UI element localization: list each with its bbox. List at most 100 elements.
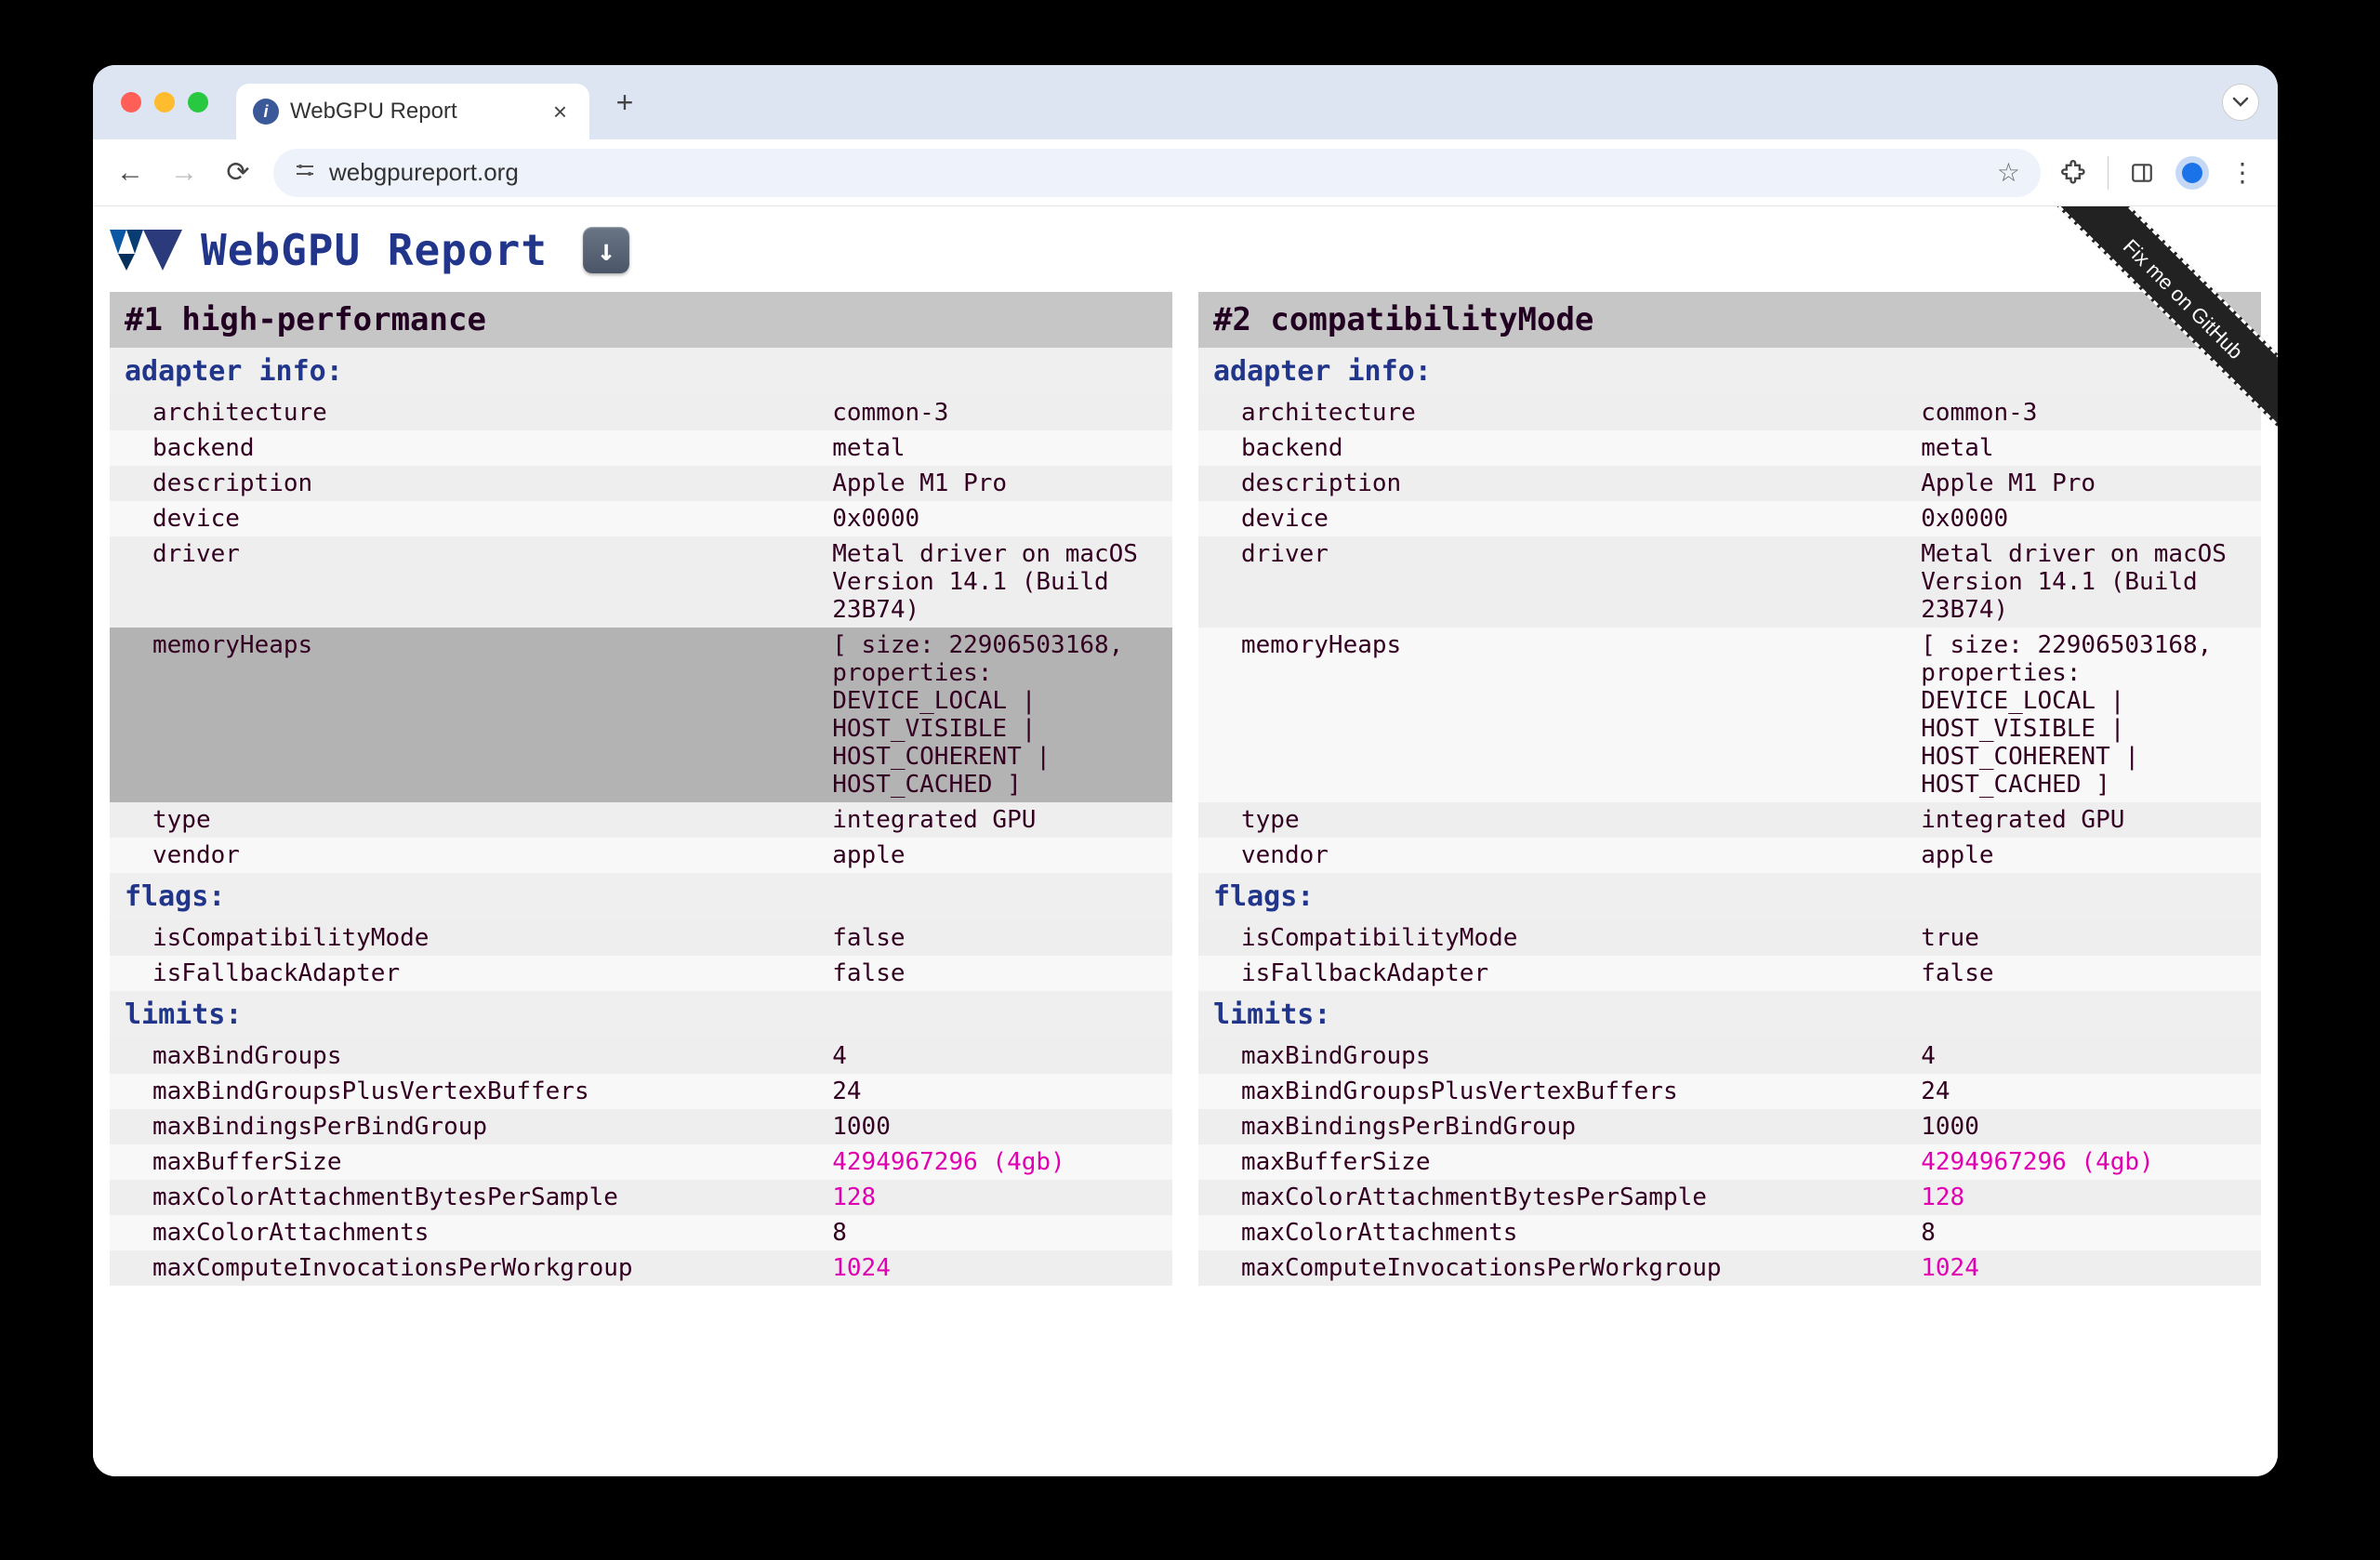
row-key: maxColorAttachmentBytesPerSample	[110, 1180, 832, 1215]
row-value: 8	[1921, 1215, 2261, 1250]
row-value: 4294967296 (4gb)	[832, 1144, 1172, 1180]
close-tab-button[interactable]: ×	[553, 98, 567, 126]
row-value: true	[1921, 920, 2261, 956]
forward-button[interactable]: →	[165, 154, 203, 192]
back-button[interactable]: ←	[112, 154, 149, 192]
row-value: common-3	[832, 395, 1172, 430]
data-row: device0x0000	[110, 501, 1172, 536]
menu-button[interactable]: ⋮	[2226, 156, 2259, 190]
row-value: Metal driver on macOS Version 14.1 (Buil…	[1921, 536, 2261, 628]
data-row: maxBindGroups4	[1198, 1038, 2261, 1074]
data-row: isCompatibilityModefalse	[110, 920, 1172, 956]
data-row: maxColorAttachmentBytesPerSample128	[1198, 1180, 2261, 1215]
row-key: maxComputeInvocationsPerWorkgroup	[110, 1250, 832, 1286]
data-row: maxBindGroupsPlusVertexBuffers24	[1198, 1074, 2261, 1109]
close-window-button[interactable]	[121, 92, 141, 112]
row-key: maxBindGroups	[1198, 1038, 1921, 1074]
row-value: [ size: 22906503168, properties: DEVICE_…	[832, 628, 1172, 802]
webgpu-logo-icon	[110, 230, 182, 271]
browser-tab[interactable]: i WebGPU Report ×	[236, 84, 589, 139]
row-value: 24	[832, 1074, 1172, 1109]
data-row: maxComputeInvocationsPerWorkgroup1024	[110, 1250, 1172, 1286]
toolbar: ← → ⟳ webgpureport.org ☆ ⋮	[93, 139, 2278, 206]
fullscreen-window-button[interactable]	[188, 92, 208, 112]
row-value: 1000	[832, 1109, 1172, 1144]
data-row: maxBufferSize4294967296 (4gb)	[110, 1144, 1172, 1180]
page-title: WebGPU Report	[201, 225, 548, 275]
row-key: device	[110, 501, 832, 536]
tab-menu-button[interactable]	[2222, 84, 2259, 121]
row-key: vendor	[110, 838, 832, 873]
data-row: isFallbackAdapterfalse	[110, 956, 1172, 991]
section-header: adapter info:	[1198, 348, 2261, 395]
data-row: memoryHeaps[ size: 22906503168, properti…	[110, 628, 1172, 802]
row-value: common-3	[1921, 395, 2261, 430]
bookmark-star-icon[interactable]: ☆	[1997, 157, 2020, 188]
favicon-icon: i	[253, 99, 279, 125]
section-header: adapter info:	[110, 348, 1172, 395]
row-value: Apple M1 Pro	[1921, 466, 2261, 501]
row-key: device	[1198, 501, 1921, 536]
minimize-window-button[interactable]	[154, 92, 175, 112]
section-header: flags:	[1198, 873, 2261, 920]
row-value: integrated GPU	[1921, 802, 2261, 838]
data-row: isFallbackAdapterfalse	[1198, 956, 2261, 991]
row-key: maxColorAttachmentBytesPerSample	[1198, 1180, 1921, 1215]
new-tab-button[interactable]: +	[602, 80, 647, 125]
row-key: maxComputeInvocationsPerWorkgroup	[1198, 1250, 1921, 1286]
row-value: metal	[1921, 430, 2261, 466]
row-key: isCompatibilityMode	[1198, 920, 1921, 956]
row-key: maxColorAttachments	[1198, 1215, 1921, 1250]
data-row: driverMetal driver on macOS Version 14.1…	[110, 536, 1172, 628]
data-row: driverMetal driver on macOS Version 14.1…	[1198, 536, 2261, 628]
section-header: limits:	[1198, 991, 2261, 1038]
data-row: device0x0000	[1198, 501, 2261, 536]
row-key: architecture	[1198, 395, 1921, 430]
data-row: backendmetal	[110, 430, 1172, 466]
reload-button[interactable]: ⟳	[219, 154, 257, 192]
report-column: #1 high-performanceadapter info:architec…	[110, 292, 1172, 1286]
data-row: architecturecommon-3	[110, 395, 1172, 430]
sidepanel-icon[interactable]	[2125, 156, 2159, 190]
address-bar[interactable]: webgpureport.org ☆	[273, 149, 2041, 197]
row-key: architecture	[110, 395, 832, 430]
row-value: 128	[832, 1180, 1172, 1215]
row-key: description	[1198, 466, 1921, 501]
data-row: memoryHeaps[ size: 22906503168, properti…	[1198, 628, 2261, 802]
row-key: vendor	[1198, 838, 1921, 873]
data-row: architecturecommon-3	[1198, 395, 2261, 430]
row-key: type	[1198, 802, 1921, 838]
row-key: maxColorAttachments	[110, 1215, 832, 1250]
row-value: false	[832, 920, 1172, 956]
tab-title: WebGPU Report	[290, 99, 457, 125]
column-header: #1 high-performance	[110, 292, 1172, 348]
extensions-icon[interactable]	[2057, 156, 2091, 190]
section-header: flags:	[110, 873, 1172, 920]
row-value: false	[832, 956, 1172, 991]
row-key: type	[110, 802, 832, 838]
row-key: backend	[110, 430, 832, 466]
data-row: maxColorAttachments8	[110, 1215, 1172, 1250]
window-controls	[121, 92, 208, 112]
row-key: maxBindingsPerBindGroup	[110, 1109, 832, 1144]
site-settings-icon[interactable]	[294, 159, 316, 187]
data-row: typeintegrated GPU	[110, 802, 1172, 838]
download-button[interactable]	[583, 227, 629, 273]
row-value: apple	[832, 838, 1172, 873]
row-key: memoryHeaps	[110, 628, 832, 802]
row-key: maxBufferSize	[110, 1144, 832, 1180]
row-key: isFallbackAdapter	[1198, 956, 1921, 991]
row-value: 1000	[1921, 1109, 2261, 1144]
profile-button[interactable]	[2175, 156, 2209, 190]
row-key: driver	[1198, 536, 1921, 628]
data-row: maxComputeInvocationsPerWorkgroup1024	[1198, 1250, 2261, 1286]
row-value: false	[1921, 956, 2261, 991]
data-row: maxBindingsPerBindGroup1000	[110, 1109, 1172, 1144]
row-key: maxBufferSize	[1198, 1144, 1921, 1180]
data-row: maxBindGroupsPlusVertexBuffers24	[110, 1074, 1172, 1109]
row-value: 1024	[832, 1250, 1172, 1286]
row-key: isFallbackAdapter	[110, 956, 832, 991]
row-value: metal	[832, 430, 1172, 466]
data-row: vendorapple	[1198, 838, 2261, 873]
row-value: 0x0000	[1921, 501, 2261, 536]
